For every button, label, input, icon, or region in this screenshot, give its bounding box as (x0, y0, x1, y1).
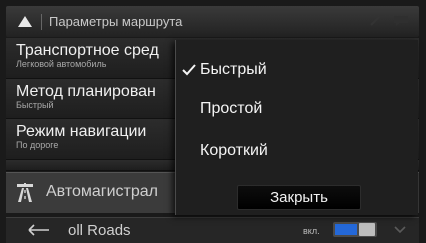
toll-roads-row[interactable]: oll Roads вкл. (6, 217, 419, 243)
option-label: Короткий (200, 142, 268, 159)
setting-label: Метод планирован (16, 83, 156, 100)
option-label: Простой (200, 100, 263, 117)
header-bar: Параметры маршрута (6, 6, 419, 37)
header-divider (41, 14, 42, 30)
section-label: Автомагистрал (46, 183, 158, 200)
option-short[interactable]: Короткий (176, 131, 418, 171)
chat-bubble-icon[interactable] (393, 15, 409, 27)
device-icon[interactable] (369, 15, 381, 27)
setting-label: Режим навигации (16, 123, 147, 140)
setting-value: Быстрый (16, 100, 54, 110)
toll-roads-toggle[interactable] (333, 222, 377, 237)
toll-roads-label: oll Roads (68, 222, 131, 239)
highway-icon (17, 183, 33, 202)
back-arrow-icon[interactable] (28, 224, 50, 236)
option-easy[interactable]: Простой (176, 89, 418, 129)
checkmark-icon (182, 64, 196, 76)
setting-value: Легковой автомобиль (16, 59, 107, 69)
page-title: Параметры маршрута (49, 14, 183, 29)
back-triangle-icon[interactable] (18, 16, 32, 27)
option-label: Быстрый (200, 61, 267, 78)
chevron-down-icon[interactable] (394, 226, 406, 234)
toggle-knob (359, 223, 375, 236)
option-fastest[interactable]: Быстрый (176, 50, 418, 90)
route-settings-screen: Параметры маршрута Транспортное сред Лег… (0, 0, 426, 243)
setting-value: По дороге (16, 140, 59, 150)
toggle-fill (335, 224, 357, 235)
close-button[interactable]: Закрыть (237, 185, 361, 210)
setting-label: Транспортное сред (16, 42, 159, 59)
planning-method-popup: Быстрый Простой Короткий Закрыть (175, 40, 418, 215)
toggle-state-label: вкл. (303, 226, 320, 236)
